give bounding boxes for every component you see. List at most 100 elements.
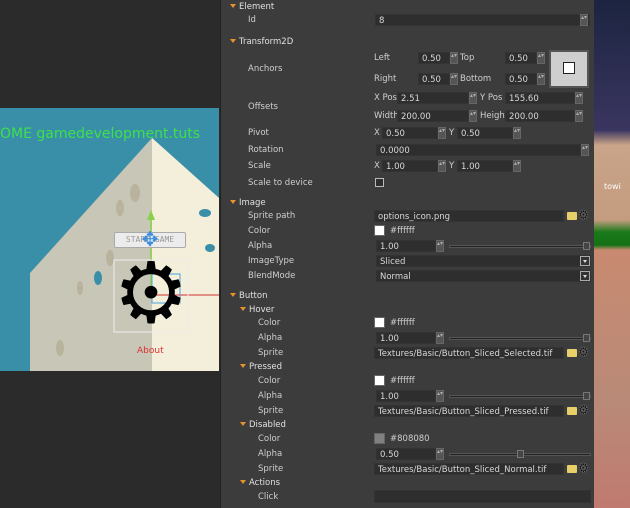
pivot-x-spinner[interactable]: ▴▾ [438, 127, 446, 139]
gear-icon[interactable]: ⚙ [578, 346, 589, 358]
section-title: Button [239, 291, 268, 301]
expand-arrow-icon [240, 480, 246, 484]
width-field[interactable]: 200.00 [397, 110, 469, 122]
disabled-alpha-slider-handle[interactable] [517, 450, 524, 458]
section-actions[interactable]: Actions [240, 477, 280, 490]
section-title: Disabled [249, 420, 286, 430]
section-disabled[interactable]: Disabled [240, 419, 286, 432]
pressed-sprite-field[interactable]: Textures/Basic/Button_Sliced_Pressed.tif [374, 405, 564, 417]
anchor-bottom-field[interactable]: 0.50 [505, 73, 537, 85]
ypos-field[interactable]: 155.60 [505, 92, 575, 104]
hover-alpha-slider[interactable] [449, 337, 591, 340]
expand-arrow-icon [230, 200, 236, 204]
section-button[interactable]: Button [230, 290, 267, 303]
folder-icon[interactable] [567, 212, 577, 220]
hover-sprite-field[interactable]: Textures/Basic/Button_Sliced_Selected.ti… [374, 347, 564, 359]
width-spinner[interactable]: ▴▾ [469, 110, 477, 122]
disabled-color-swatch[interactable] [374, 433, 385, 444]
hover-alpha-slider-handle[interactable] [583, 334, 590, 342]
blend-mode-select[interactable]: Normal [376, 270, 591, 282]
scale-y-spinner[interactable]: ▴▾ [513, 160, 521, 172]
section-element[interactable]: Element [230, 1, 274, 14]
anchor-top-field[interactable]: 0.50 [505, 52, 537, 64]
hover-color-swatch[interactable] [374, 317, 385, 328]
pivot-y-label: Y [449, 128, 455, 138]
scale-y-label: Y [449, 161, 455, 171]
pivot-x-field[interactable]: 0.50 [382, 127, 438, 139]
anchor-left-spinner[interactable]: ▴▾ [450, 52, 458, 64]
properties-panel: Element Id 8 ▴▾ Transform2D Anchors Left… [220, 0, 594, 508]
anchor-left-field[interactable]: 0.50 [418, 52, 450, 64]
image-type-select[interactable]: Sliced [376, 255, 591, 267]
ypos-spinner[interactable]: ▴▾ [575, 92, 583, 104]
folder-icon[interactable] [567, 465, 577, 473]
rotation-spinner[interactable]: ▴▾ [581, 144, 589, 156]
scene-view[interactable]: towi [594, 0, 630, 508]
pressed-color-swatch[interactable] [374, 375, 385, 386]
sprite-path-field[interactable]: options_icon.png [374, 210, 564, 222]
color-value: #ffffff [390, 226, 415, 236]
gear-icon[interactable]: ⚙ [578, 462, 589, 474]
anchors-label: Anchors [248, 64, 283, 74]
blend-mode-label: BlendMode [248, 271, 296, 281]
alpha-slider-handle[interactable] [583, 242, 590, 250]
id-spinner[interactable]: ▴▾ [580, 14, 588, 26]
folder-icon[interactable] [567, 407, 577, 415]
scale-x-field[interactable]: 1.00 [382, 160, 438, 172]
pressed-alpha-slider-handle[interactable] [583, 392, 590, 400]
height-field[interactable]: 200.00 [505, 110, 575, 122]
anchor-right-spinner[interactable]: ▴▾ [450, 73, 458, 85]
id-field[interactable]: 8 [375, 14, 590, 26]
section-hover[interactable]: Hover [240, 304, 274, 317]
height-label: Height [480, 111, 509, 121]
scale-x-spinner[interactable]: ▴▾ [438, 160, 446, 172]
pivot-y-field[interactable]: 0.50 [457, 127, 513, 139]
pivot-y-spinner[interactable]: ▴▾ [513, 127, 521, 139]
pressed-sprite-label: Sprite [258, 406, 284, 416]
rotation-label: Rotation [248, 145, 284, 155]
scale-device-label: Scale to device [248, 178, 313, 188]
disabled-alpha-spinner[interactable]: ▴▾ [436, 448, 444, 460]
hover-alpha-field[interactable]: 1.00 [376, 332, 436, 344]
alpha-slider[interactable] [449, 245, 591, 248]
section-image[interactable]: Image [230, 197, 266, 210]
xpos-spinner[interactable]: ▴▾ [469, 92, 477, 104]
pressed-alpha-spinner[interactable]: ▴▾ [436, 390, 444, 402]
rotation-field[interactable]: 0.0000 [376, 144, 581, 156]
dropdown-arrow-icon[interactable] [580, 271, 590, 281]
section-title: Actions [249, 478, 281, 488]
anchor-bottom-spinner[interactable]: ▴▾ [537, 73, 545, 85]
disabled-sprite-label: Sprite [258, 464, 284, 474]
folder-icon[interactable] [567, 349, 577, 357]
section-pressed[interactable]: Pressed [240, 361, 282, 374]
color-swatch[interactable] [374, 225, 385, 236]
scale-device-checkbox[interactable] [375, 178, 384, 187]
width-label: Width [374, 111, 399, 121]
options-gear-icon[interactable]: ⚙ [113, 250, 189, 336]
section-transform2d[interactable]: Transform2D [230, 36, 293, 49]
scale-y-field[interactable]: 1.00 [457, 160, 513, 172]
alpha-field[interactable]: 1.00 [376, 240, 436, 252]
game-viewport[interactable]: OME gamedevelopment.tuts START GAME ✥ ⚙ … [0, 108, 219, 371]
gear-icon[interactable]: ⚙ [578, 209, 589, 221]
hover-alpha-spinner[interactable]: ▴▾ [436, 332, 444, 344]
bottom-label: Bottom [460, 74, 492, 84]
expand-arrow-icon [240, 307, 246, 311]
dropdown-arrow-icon[interactable] [580, 256, 590, 266]
disabled-alpha-field[interactable]: 0.50 [376, 448, 436, 460]
left-label: Left [374, 53, 390, 63]
about-link[interactable]: About [137, 346, 164, 356]
alpha-spinner[interactable]: ▴▾ [436, 240, 444, 252]
click-action-field[interactable] [374, 490, 591, 503]
anchor-preset-button[interactable] [549, 50, 589, 88]
disabled-sprite-field[interactable]: Textures/Basic/Button_Sliced_Normal.tif [374, 463, 564, 475]
anchor-right-field[interactable]: 0.50 [418, 73, 450, 85]
pressed-alpha-field[interactable]: 1.00 [376, 390, 436, 402]
hover-sprite-label: Sprite [258, 348, 284, 358]
anchor-top-spinner[interactable]: ▴▾ [537, 52, 545, 64]
height-spinner[interactable]: ▴▾ [575, 110, 583, 122]
gear-icon[interactable]: ⚙ [578, 404, 589, 416]
section-title: Pressed [249, 362, 282, 372]
pressed-alpha-slider[interactable] [449, 395, 591, 398]
xpos-field[interactable]: 2.51 [397, 92, 469, 104]
